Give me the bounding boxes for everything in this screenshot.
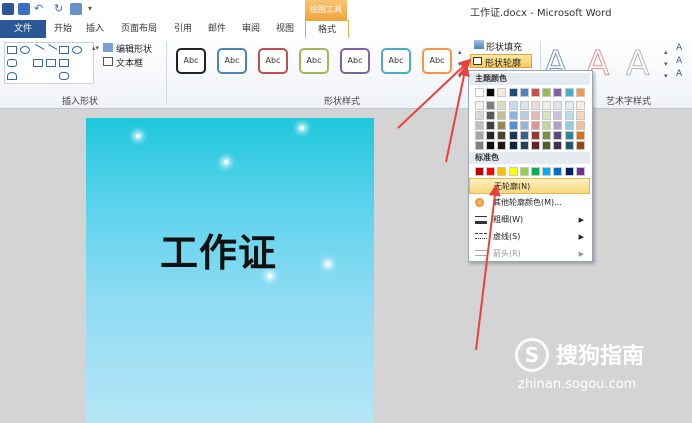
watermark-name: 搜狗指南 (556, 344, 645, 369)
annotation-arrow-to-no-outline (475, 184, 501, 351)
watermark-url: zhinan.sogou.com (518, 377, 637, 392)
sogou-logo: S (515, 338, 549, 372)
